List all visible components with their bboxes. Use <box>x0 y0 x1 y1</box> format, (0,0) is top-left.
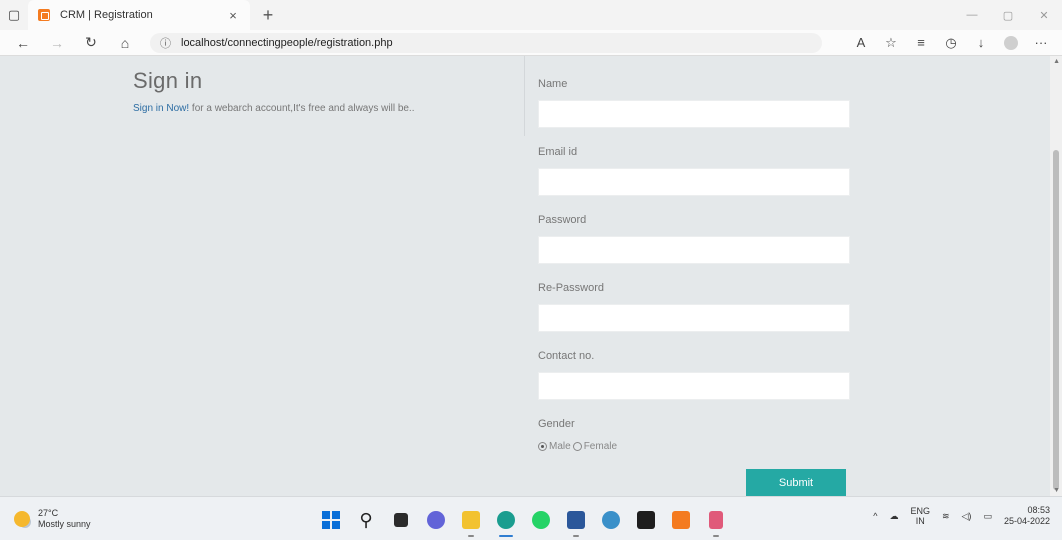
site-info-icon[interactable]: ⓘ <box>160 35 171 51</box>
gender-options: Male Female <box>538 441 617 452</box>
menu-icon[interactable]: ··· <box>1026 35 1056 51</box>
terminal-icon[interactable] <box>633 507 659 533</box>
re-password-field[interactable] <box>538 304 850 332</box>
column-divider <box>524 56 525 136</box>
xampp-icon[interactable] <box>668 507 694 533</box>
signin-link[interactable]: Sign in Now! <box>133 103 189 114</box>
app-icon[interactable] <box>598 507 624 533</box>
date: 25-04-2022 <box>1003 516 1050 526</box>
password-label: Password <box>538 214 587 226</box>
minimize-icon[interactable]: — <box>954 9 990 22</box>
snipping-tool-icon[interactable] <box>703 507 729 537</box>
male-label: Male <box>549 441 571 452</box>
browser-tools: A ☆ ≡ ◷ ↓ ··· <box>846 35 1056 51</box>
read-aloud-icon[interactable]: A <box>846 35 876 51</box>
weather-condition: Mostly sunny <box>38 519 91 529</box>
new-tab-icon[interactable]: + <box>258 0 278 30</box>
scroll-down-icon[interactable]: ▼ <box>1053 487 1060 494</box>
search-icon[interactable]: ⚲ <box>353 507 379 533</box>
favorites-icon[interactable]: ≡ <box>906 35 936 51</box>
window-controls: — ▢ ✕ <box>954 9 1062 22</box>
signin-subtitle: Sign in Now! for a webarch account,It's … <box>133 103 415 114</box>
page-content: Sign in Sign in Now! for a webarch accou… <box>0 56 1050 496</box>
volume-icon[interactable]: ◁) <box>962 511 972 522</box>
back-icon[interactable]: ← <box>6 35 40 51</box>
browser-tab[interactable]: CRM | Registration × <box>28 0 250 30</box>
address-toolbar: ← → ↻ ⌂ ⓘ localhost/connectingpeople/reg… <box>0 30 1062 56</box>
submit-button[interactable]: Submit <box>746 469 846 496</box>
address-bar[interactable]: ⓘ localhost/connectingpeople/registratio… <box>150 32 822 53</box>
start-icon[interactable] <box>318 507 344 533</box>
female-radio[interactable] <box>572 442 582 451</box>
home-icon[interactable]: ⌂ <box>108 35 142 51</box>
taskbar-apps: ⚲ <box>318 507 729 537</box>
maximize-icon[interactable]: ▢ <box>990 9 1026 22</box>
weather-widget[interactable]: 27°C Mostly sunny <box>14 508 91 530</box>
name-label: Name <box>538 78 568 90</box>
battery-icon[interactable]: ▭ <box>983 511 992 522</box>
tab-close-icon[interactable]: × <box>226 8 240 23</box>
page-scrollbar[interactable]: ▲ ▼ <box>1050 56 1062 496</box>
signin-title: Sign in <box>133 68 203 93</box>
tab-strip: ▢ CRM | Registration × + — ▢ ✕ <box>0 0 1062 30</box>
close-window-icon[interactable]: ✕ <box>1026 9 1062 22</box>
taskbar: 27°C Mostly sunny ⚲ ^ ☁ ENG IN ≋ ◁) ▭ 08… <box>0 496 1062 540</box>
onedrive-icon[interactable]: ☁ <box>889 511 898 522</box>
edge-icon[interactable] <box>493 507 519 537</box>
file-explorer-icon[interactable] <box>458 507 484 537</box>
profile-icon[interactable] <box>996 35 1026 51</box>
re-password-label: Re-Password <box>538 282 605 294</box>
whatsapp-icon[interactable] <box>528 507 554 533</box>
word-icon[interactable] <box>563 507 589 537</box>
signin-subtitle-text: for a webarch account,It's free and alwa… <box>189 103 415 114</box>
favicon-icon <box>38 9 50 21</box>
clock[interactable]: 08:53 25-04-2022 <box>1004 505 1050 527</box>
name-field[interactable] <box>538 100 850 128</box>
male-radio[interactable] <box>538 442 547 451</box>
refresh-icon[interactable]: ↻ <box>74 34 108 51</box>
weather-text: 27°C Mostly sunny <box>38 508 91 530</box>
wifi-icon[interactable]: ≋ <box>942 511 950 522</box>
contact-field[interactable] <box>538 372 850 400</box>
scroll-thumb[interactable] <box>1053 150 1059 490</box>
downloads-icon[interactable]: ↓ <box>966 35 996 51</box>
language-indicator[interactable]: ENG IN <box>910 506 930 526</box>
tab-title: CRM | Registration <box>60 9 153 21</box>
contact-label: Contact no. <box>538 350 595 362</box>
tab-actions-icon[interactable]: ▢ <box>0 0 28 30</box>
language-code: ENG <box>910 506 930 516</box>
gender-label: Gender <box>538 418 575 430</box>
email-field[interactable] <box>538 168 850 196</box>
system-tray: ^ ☁ ENG IN ≋ ◁) ▭ 08:53 25-04-2022 <box>873 505 1050 527</box>
temperature: 27°C <box>38 508 59 518</box>
chat-icon[interactable] <box>423 507 449 533</box>
time: 08:53 <box>1027 505 1050 515</box>
forward-icon[interactable]: → <box>40 35 74 51</box>
weather-sun-icon <box>14 511 30 527</box>
history-icon[interactable]: ◷ <box>936 35 966 51</box>
female-label: Female <box>583 441 618 452</box>
region-code: IN <box>915 516 925 526</box>
url-text: localhost/connectingpeople/registration.… <box>181 36 393 49</box>
add-favorite-icon[interactable]: ☆ <box>876 35 906 51</box>
email-label: Email id <box>538 146 578 158</box>
task-view-icon[interactable] <box>388 507 414 533</box>
password-field[interactable] <box>538 236 850 264</box>
tray-overflow-icon[interactable]: ^ <box>873 511 877 521</box>
scroll-up-icon[interactable]: ▲ <box>1053 58 1060 65</box>
